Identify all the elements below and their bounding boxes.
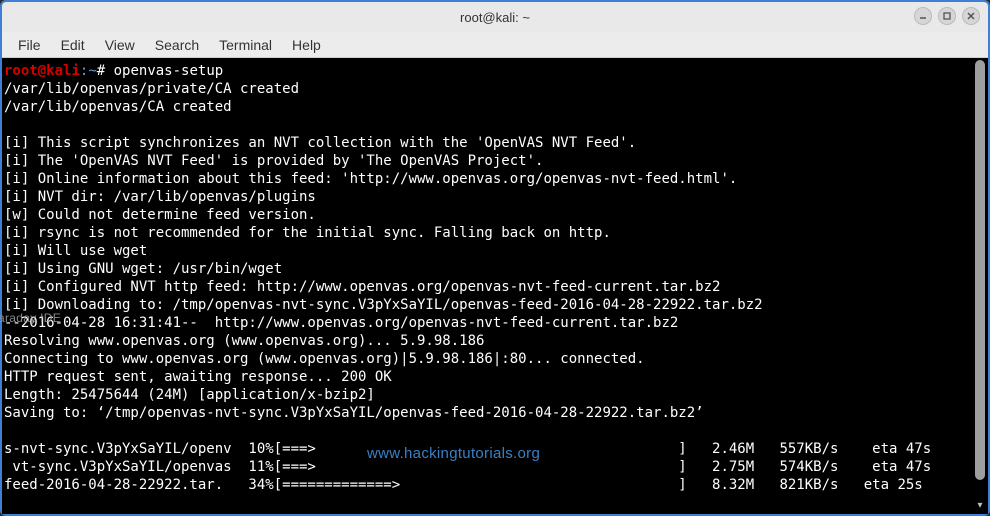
prompt-path: ~ bbox=[88, 63, 96, 79]
watermark-url: www.hackingtutorials.org bbox=[367, 445, 540, 462]
prompt-at: @ bbox=[38, 63, 46, 79]
prompt-hash: # bbox=[97, 63, 114, 79]
output-line: [i] NVT dir: /var/lib/openvas/plugins bbox=[4, 189, 316, 205]
watermark-faraday: araday IDE bbox=[0, 311, 61, 325]
output-line: [i] Configured NVT http feed: http://www… bbox=[4, 279, 720, 295]
output-line: [i] rsync is not recommended for the ini… bbox=[4, 225, 611, 241]
output-line: /var/lib/openvas/CA created bbox=[4, 99, 232, 115]
prompt-user: root bbox=[4, 63, 38, 79]
menu-help[interactable]: Help bbox=[282, 34, 331, 56]
menu-search[interactable]: Search bbox=[145, 34, 209, 56]
scrollbar[interactable]: ▴ ▾ bbox=[974, 60, 986, 510]
maximize-icon bbox=[943, 12, 951, 20]
menu-terminal[interactable]: Terminal bbox=[209, 34, 282, 56]
output-line: [i] The 'OpenVAS NVT Feed' is provided b… bbox=[4, 153, 543, 169]
terminal-content: root@kali:~# openvas-setup /var/lib/open… bbox=[4, 62, 986, 494]
output-line: [i] Downloading to: /tmp/openvas-nvt-syn… bbox=[4, 297, 763, 313]
output-line: [i] Online information about this feed: … bbox=[4, 171, 737, 187]
output-line: [w] Could not determine feed version. bbox=[4, 207, 316, 223]
scrollbar-thumb[interactable] bbox=[975, 60, 985, 480]
output-line: Connecting to www.openvas.org (www.openv… bbox=[4, 351, 645, 367]
output-line: Resolving www.openvas.org (www.openvas.o… bbox=[4, 333, 484, 349]
output-line: feed-2016-04-28-22922.tar. 34%[=========… bbox=[4, 477, 923, 493]
minimize-icon bbox=[919, 12, 927, 20]
terminal-window: root@kali: ~ File Edit View Search Termi… bbox=[0, 0, 990, 516]
titlebar: root@kali: ~ bbox=[2, 2, 988, 32]
menu-edit[interactable]: Edit bbox=[51, 34, 95, 56]
output-line: /var/lib/openvas/private/CA created bbox=[4, 81, 299, 97]
window-controls bbox=[914, 7, 980, 25]
window-title: root@kali: ~ bbox=[460, 10, 530, 25]
close-button[interactable] bbox=[962, 7, 980, 25]
output-line: [i] Using GNU wget: /usr/bin/wget bbox=[4, 261, 282, 277]
menu-file[interactable]: File bbox=[8, 34, 51, 56]
menu-view[interactable]: View bbox=[95, 34, 145, 56]
scroll-down-icon[interactable]: ▾ bbox=[975, 500, 985, 512]
output-line: --2016-04-28 16:31:41-- http://www.openv… bbox=[4, 315, 678, 331]
minimize-button[interactable] bbox=[914, 7, 932, 25]
menubar: File Edit View Search Terminal Help bbox=[2, 32, 988, 58]
close-icon bbox=[967, 12, 975, 20]
output-line: Saving to: ‘/tmp/openvas-nvt-sync.V3pYxS… bbox=[4, 405, 704, 421]
prompt-host: kali bbox=[46, 63, 80, 79]
output-line: [i] This script synchronizes an NVT coll… bbox=[4, 135, 636, 151]
maximize-button[interactable] bbox=[938, 7, 956, 25]
command-text: openvas-setup bbox=[114, 63, 224, 79]
output-line: [i] Will use wget bbox=[4, 243, 147, 259]
output-line: Length: 25475644 (24M) [application/x-bz… bbox=[4, 387, 375, 403]
output-line: HTTP request sent, awaiting response... … bbox=[4, 369, 392, 385]
